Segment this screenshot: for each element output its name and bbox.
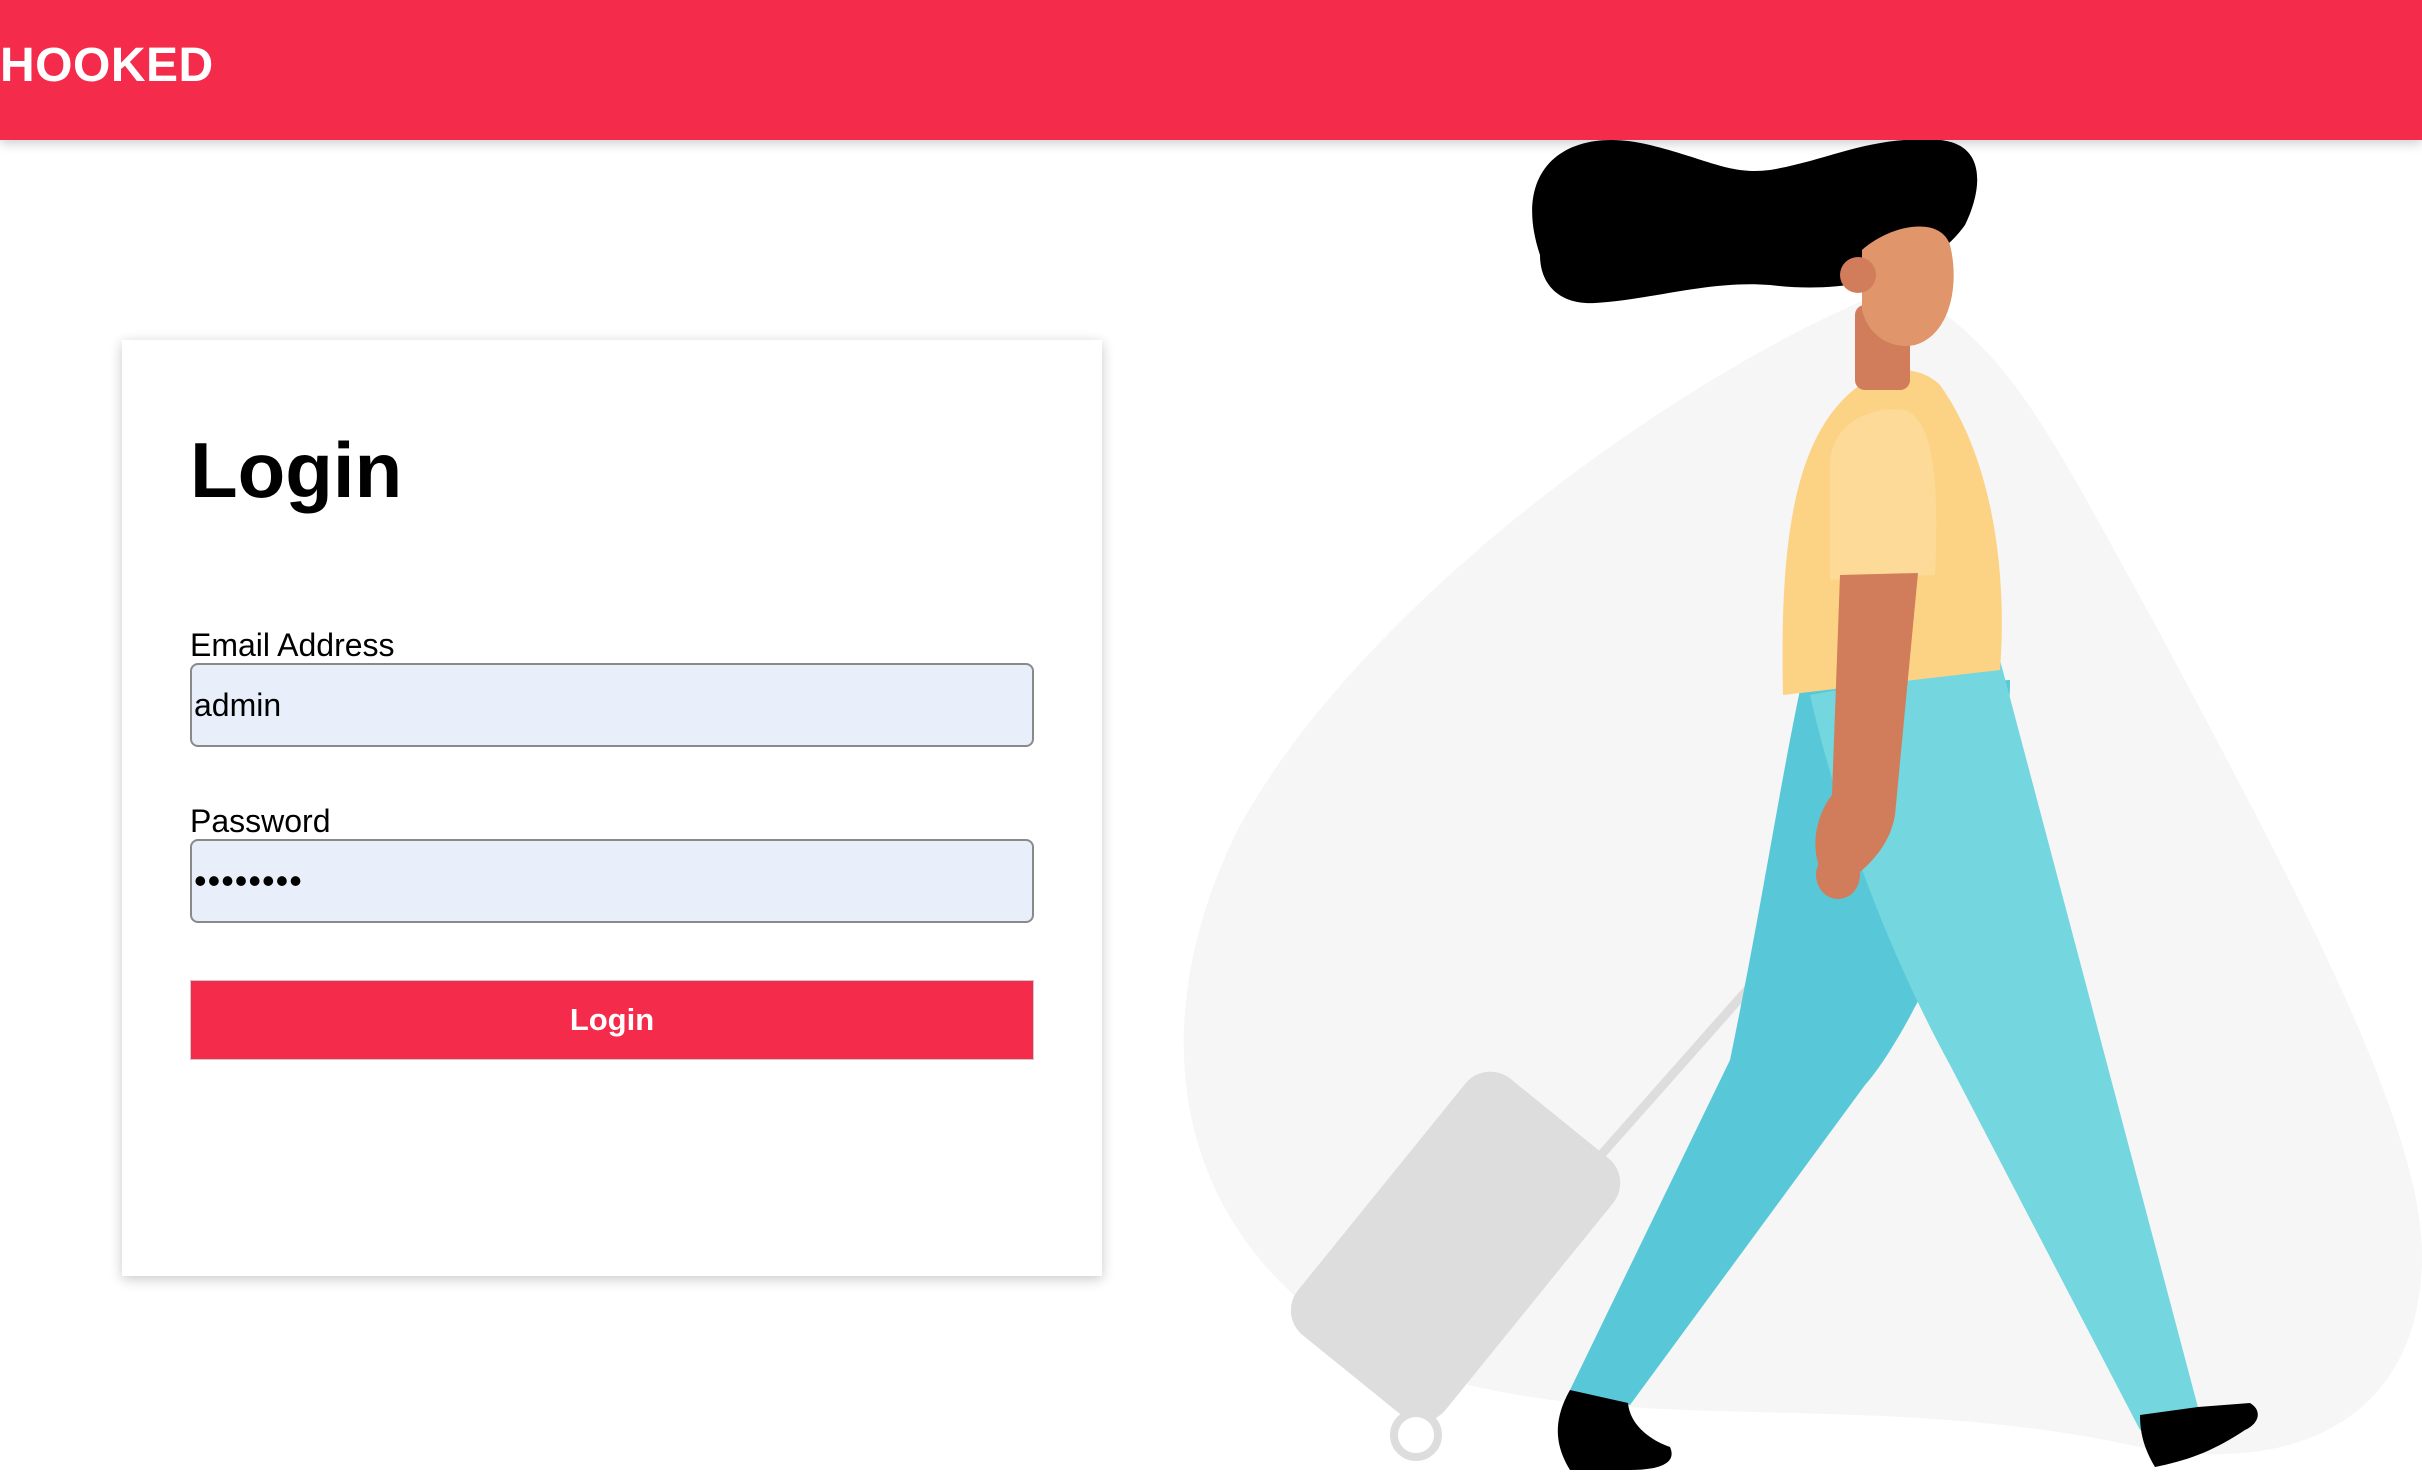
top-navbar: HOOKED: [0, 0, 2422, 140]
password-field[interactable]: [190, 839, 1034, 923]
sleeve: [1830, 409, 1937, 580]
login-button[interactable]: Login: [190, 980, 1034, 1060]
hand: [1816, 851, 1860, 899]
ear: [1840, 257, 1876, 293]
login-card: Login Email Address Password Login: [122, 340, 1102, 1276]
login-title: Login: [190, 426, 403, 514]
suitcase-wheel: [1390, 1409, 1442, 1461]
woman-walking-with-suitcase-illustration: [1183, 139, 2422, 1470]
brand-logo[interactable]: HOOKED: [0, 38, 214, 93]
email-label: Email Address: [190, 627, 395, 663]
email-field[interactable]: [190, 663, 1034, 747]
password-label: Password: [190, 803, 331, 839]
